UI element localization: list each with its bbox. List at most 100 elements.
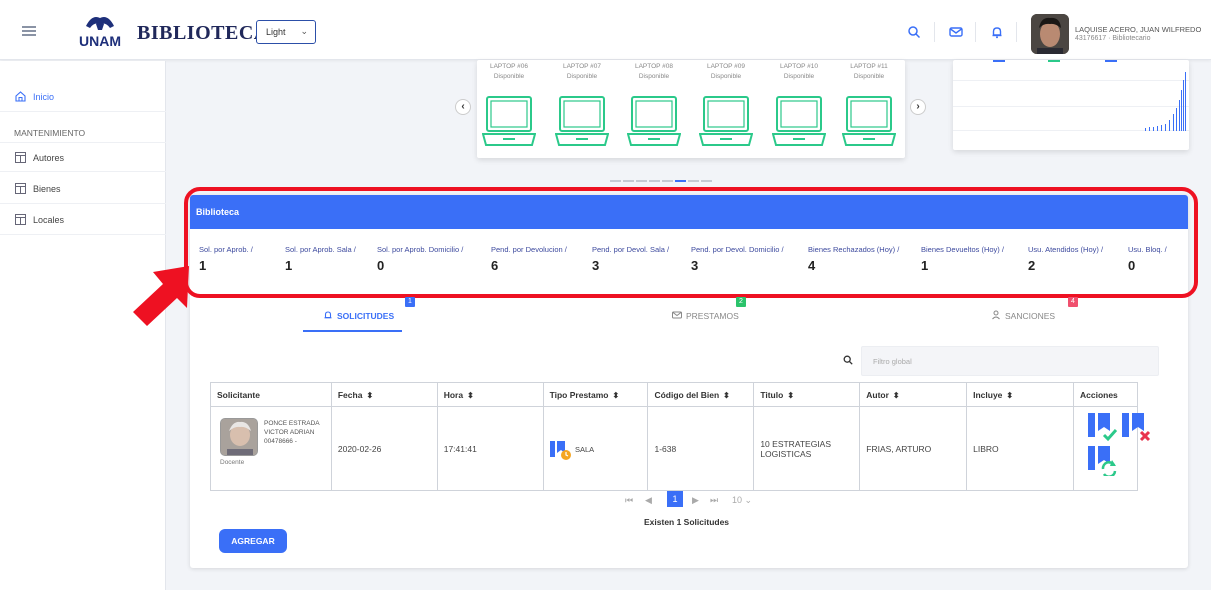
column-header-tipo-prestamo[interactable]: Tipo Prestamo ⬍ bbox=[542, 382, 649, 407]
carousel-indicator-dot[interactable] bbox=[688, 180, 699, 182]
carousel-indicator-dot[interactable] bbox=[636, 180, 647, 182]
laptop-card[interactable]: LAPTOP #07 Disponible bbox=[551, 60, 613, 158]
search-icon[interactable] bbox=[907, 25, 921, 39]
laptop-card[interactable]: LAPTOP #09 Disponible bbox=[695, 60, 757, 158]
carousel-indicator-dot[interactable] bbox=[675, 180, 686, 182]
laptop-status: Disponible bbox=[853, 73, 885, 80]
search-icon bbox=[843, 355, 853, 365]
carousel-indicator-dot[interactable] bbox=[649, 180, 660, 182]
user-icon bbox=[992, 310, 1000, 320]
carousel-indicator-dot[interactable] bbox=[623, 180, 634, 182]
laptop-title: LAPTOP #08 bbox=[634, 63, 674, 70]
sidebar-item-locales[interactable]: Locales bbox=[0, 205, 166, 235]
user-avatar[interactable] bbox=[1031, 14, 1069, 54]
column-header-hora[interactable]: Hora ⬍ bbox=[436, 382, 544, 407]
header-label: Incluye bbox=[973, 389, 1003, 400]
requester-name: VICTOR ADRIAN bbox=[264, 429, 315, 436]
current-page-button[interactable]: 1 bbox=[667, 491, 683, 507]
laptop-card[interactable]: LAPTOP #10 Disponible bbox=[768, 60, 830, 158]
carousel-next-button[interactable]: › bbox=[910, 99, 926, 115]
column-header-codigo-bien[interactable]: Código del Bien ⬍ bbox=[647, 382, 755, 407]
chart-card bbox=[953, 60, 1189, 150]
requester-role: Docente bbox=[220, 459, 245, 466]
column-header-fecha[interactable]: Fecha ⬍ bbox=[330, 382, 438, 407]
laptop-icon bbox=[627, 96, 681, 146]
laptop-title: LAPTOP #10 bbox=[779, 63, 819, 70]
table-icon bbox=[15, 214, 26, 225]
first-page-icon[interactable]: ⏮ bbox=[625, 495, 633, 506]
tab-label: PRESTAMOS bbox=[686, 311, 739, 321]
cell-titulo: 10 ESTRATEGIAS LOGISTICAS bbox=[753, 406, 861, 491]
filter-placeholder: Filtro global bbox=[873, 357, 912, 366]
legend-mark bbox=[1105, 60, 1117, 62]
tab-sanciones[interactable]: SANCIONES bbox=[991, 310, 1055, 321]
tab-prestamos[interactable]: PRESTAMOS bbox=[672, 310, 739, 321]
sidebar-item-autores[interactable]: Autores bbox=[0, 142, 166, 172]
header-label: Hora bbox=[443, 389, 464, 400]
last-page-icon[interactable]: ⏭ bbox=[710, 495, 718, 506]
sala-loan-icon bbox=[550, 441, 571, 460]
theme-select-value: Light bbox=[266, 27, 286, 37]
rows-per-page-value: 10 bbox=[732, 495, 743, 505]
sort-icon[interactable]: ⬍ bbox=[1006, 391, 1013, 400]
tab-badge: 1 bbox=[405, 297, 415, 307]
sort-icon[interactable]: ⬍ bbox=[787, 391, 794, 400]
hamburger-menu-icon[interactable] bbox=[22, 26, 36, 36]
sort-icon[interactable]: ⬍ bbox=[893, 391, 900, 400]
sidebar-item-label: Inicio bbox=[33, 92, 55, 102]
top-bar: UNAM BIBLIOTECA Light ⌄ LAQUISE ACERO, J… bbox=[0, 0, 1211, 60]
header-label: Acciones bbox=[1079, 389, 1118, 400]
sort-icon[interactable]: ⬍ bbox=[467, 391, 474, 400]
carousel-prev-button[interactable]: ‹ bbox=[455, 99, 471, 115]
renew-action-icon[interactable] bbox=[1088, 446, 1118, 476]
mail-icon[interactable] bbox=[949, 25, 963, 39]
bell-icon[interactable] bbox=[990, 25, 1004, 39]
next-page-icon[interactable]: ▶ bbox=[692, 495, 699, 506]
header-label: Fecha bbox=[337, 389, 363, 400]
tab-badge: 4 bbox=[1068, 297, 1078, 307]
laptop-status: Disponible bbox=[638, 73, 670, 80]
column-header-autor[interactable]: Autor ⬍ bbox=[859, 382, 968, 407]
add-button[interactable]: AGREGAR bbox=[219, 529, 287, 553]
laptop-icon bbox=[772, 96, 826, 146]
carousel-indicator-dot[interactable] bbox=[662, 180, 673, 182]
carousel-indicator-dot[interactable] bbox=[701, 180, 712, 182]
header-label: Autor bbox=[866, 389, 889, 400]
chevron-down-icon: ⌄ bbox=[744, 495, 753, 505]
laptop-card[interactable]: LAPTOP #06 Disponible bbox=[478, 60, 540, 158]
laptop-card[interactable]: LAPTOP #11 Disponible bbox=[838, 60, 900, 158]
user-name: LAQUISE ACERO, JUAN WILFREDO bbox=[1075, 25, 1202, 34]
highlight-frame bbox=[184, 187, 1198, 298]
column-header-titulo[interactable]: Titulo ⬍ bbox=[753, 382, 861, 407]
column-header-incluye[interactable]: Incluye ⬍ bbox=[966, 382, 1074, 407]
global-filter-input[interactable]: Filtro global bbox=[861, 346, 1159, 376]
laptop-status: Disponible bbox=[566, 73, 598, 80]
carousel-indicator-dot[interactable] bbox=[610, 180, 621, 182]
sort-icon[interactable]: ⬍ bbox=[723, 391, 730, 400]
laptop-icon bbox=[842, 96, 896, 146]
prev-page-icon[interactable]: ◀ bbox=[645, 495, 652, 506]
sidebar-item-bienes[interactable]: Bienes bbox=[0, 174, 166, 204]
theme-select[interactable]: Light ⌄ bbox=[256, 20, 316, 44]
laptop-title: LAPTOP #09 bbox=[706, 63, 746, 70]
user-role: 43176617 · Bibliotecario bbox=[1075, 35, 1151, 42]
tab-solicitudes[interactable]: SOLICITUDES bbox=[323, 310, 394, 321]
table-icon bbox=[15, 183, 26, 194]
sidebar-item-inicio[interactable]: Inicio bbox=[0, 82, 166, 112]
titulo-line1: 10 ESTRATEGIAS bbox=[760, 438, 832, 449]
sort-icon[interactable]: ⬍ bbox=[612, 391, 619, 400]
approve-action-icon[interactable] bbox=[1088, 413, 1118, 443]
laptop-card[interactable]: LAPTOP #08 Disponible bbox=[623, 60, 685, 158]
brand-title: BIBLIOTECA bbox=[137, 22, 269, 44]
titulo-line2: LOGISTICAS bbox=[760, 448, 812, 459]
requester-surname: PONCE ESTRADA bbox=[264, 420, 320, 427]
rows-per-page-select[interactable]: 10 ⌄ bbox=[732, 495, 752, 506]
sidebar-item-label: Bienes bbox=[33, 184, 61, 194]
reject-action-icon[interactable] bbox=[1122, 413, 1152, 443]
table-icon bbox=[15, 152, 26, 163]
cell-incluye: LIBRO bbox=[966, 406, 1074, 491]
column-header-solicitante[interactable]: Solicitante bbox=[210, 382, 332, 407]
tab-badge: 2 bbox=[736, 297, 746, 307]
laptop-carousel: LAPTOP #06 Disponible LAPTOP #07 Disponi… bbox=[477, 60, 905, 158]
sort-icon[interactable]: ⬍ bbox=[366, 391, 373, 400]
